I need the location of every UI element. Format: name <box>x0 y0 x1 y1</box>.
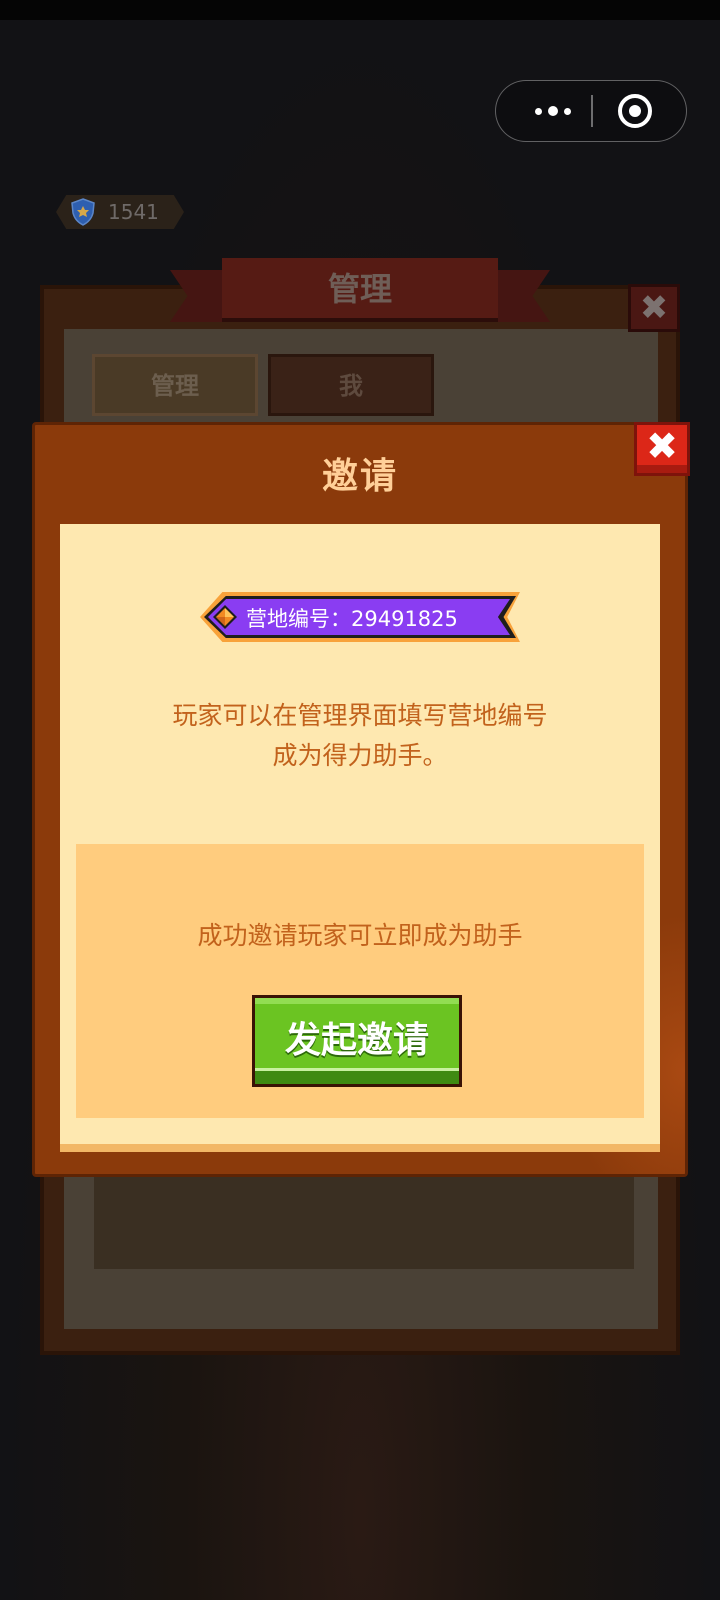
mini-program-capsule <box>495 80 687 142</box>
description-line-1: 玩家可以在管理界面填写营地编号 <box>172 701 548 730</box>
description-line-2: 成为得力助手。 <box>272 741 448 770</box>
status-bar <box>0 0 720 20</box>
tab-me[interactable]: 我 <box>268 354 434 416</box>
close-icon: ✖ <box>646 424 678 468</box>
invite-description: 玩家可以在管理界面填写营地编号 成为得力助手。 <box>60 696 660 776</box>
invite-hint: 成功邀请玩家可立即成为助手 <box>197 921 523 950</box>
more-dots-icon[interactable] <box>524 81 582 141</box>
trophy-score-pill: 1541 <box>56 195 184 229</box>
management-close-button[interactable]: ✖ <box>628 284 680 332</box>
invite-content-panel: 营地编号：29491825 玩家可以在管理界面填写营地编号 成为得力助手。 成功… <box>60 524 660 1152</box>
target-close-icon[interactable] <box>618 94 652 128</box>
invite-action-box: 成功邀请玩家可立即成为助手 发起邀请 <box>76 844 644 1118</box>
send-invite-button[interactable]: 发起邀请 <box>252 995 462 1087</box>
management-title: 管理 <box>327 270 392 308</box>
close-icon: ✖ <box>639 288 669 328</box>
invite-modal-title: 邀请 <box>321 456 398 497</box>
camp-id-text: 营地编号：29491825 <box>246 607 458 631</box>
shield-icon <box>71 198 95 226</box>
management-title-ribbon: 管理 <box>170 258 550 328</box>
tab-management[interactable]: 管理 <box>92 354 258 416</box>
camp-id-badge: 营地编号：29491825 <box>200 592 520 642</box>
gem-icon <box>213 605 237 629</box>
send-invite-label: 发起邀请 <box>284 1020 429 1061</box>
invite-close-button[interactable]: ✖ <box>634 422 690 476</box>
score-value: 1541 <box>108 200 159 224</box>
capsule-divider <box>591 95 593 127</box>
